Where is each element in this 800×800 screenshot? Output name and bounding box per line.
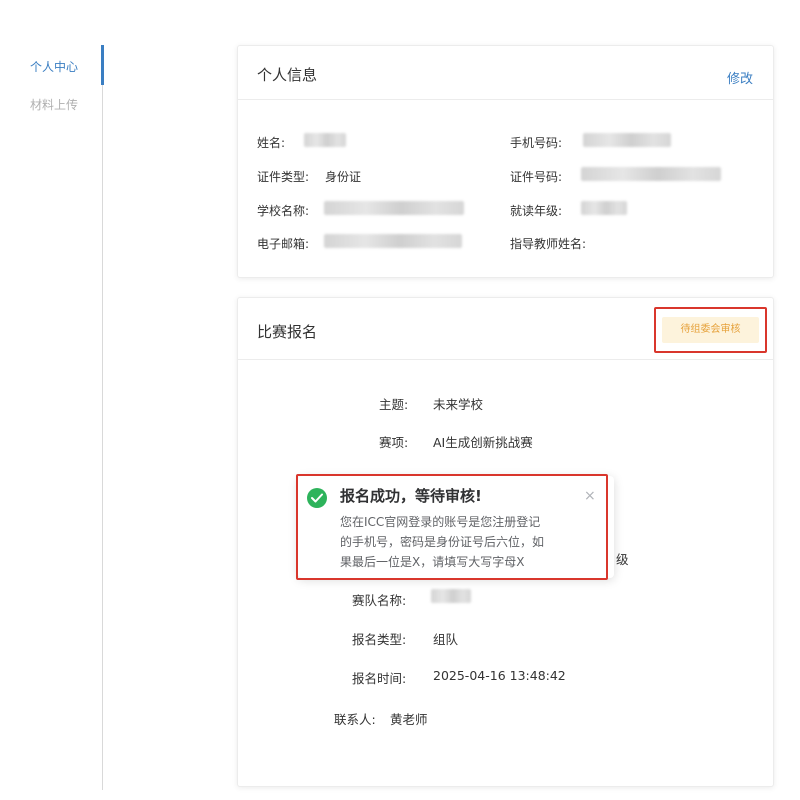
phone-value-redacted bbox=[583, 133, 671, 147]
edit-button[interactable]: 修改 bbox=[727, 68, 753, 87]
school-label: 学校名称: bbox=[257, 204, 310, 218]
id-type-label: 证件类型: bbox=[257, 170, 310, 184]
grade-suffix: 级 bbox=[616, 552, 629, 567]
sidebar: 个人中心 材料上传 bbox=[0, 0, 104, 800]
sidebar-active-indicator bbox=[101, 45, 104, 85]
sidebar-divider bbox=[102, 45, 103, 790]
phone-label: 手机号码: bbox=[510, 136, 563, 150]
event-label: 赛项: bbox=[379, 435, 409, 450]
school-value-redacted bbox=[324, 201, 464, 215]
id-number-label: 证件号码: bbox=[510, 170, 563, 184]
contact-value: 黄老师 bbox=[390, 712, 428, 727]
reg-time-value: 2025-04-16 13:48:42 bbox=[433, 668, 566, 683]
sidebar-item-personal-center[interactable]: 个人中心 bbox=[30, 58, 78, 75]
email-label: 电子邮箱: bbox=[257, 237, 310, 251]
personal-info-card: 个人信息 修改 姓名: 手机号码: 证件类型: 身份证 证件号码: 学校名称: … bbox=[237, 45, 774, 278]
toast-highlight-outline bbox=[296, 474, 608, 580]
status-badge: 待组委会审核 bbox=[662, 317, 759, 343]
reg-time-label: 报名时间: bbox=[352, 671, 407, 686]
team-name-label: 赛队名称: bbox=[352, 593, 407, 608]
id-type-value: 身份证 bbox=[325, 170, 362, 184]
theme-label: 主题: bbox=[379, 397, 409, 412]
personal-info-title: 个人信息 bbox=[257, 66, 318, 84]
reg-type-label: 报名类型: bbox=[352, 632, 407, 647]
advisor-label: 指导教师姓名: bbox=[510, 237, 587, 251]
email-value-redacted bbox=[324, 234, 462, 248]
registration-header: 比赛报名 待组委会审核 bbox=[238, 298, 773, 360]
status-highlight-outline: 待组委会审核 bbox=[654, 307, 767, 353]
name-value-redacted bbox=[304, 133, 346, 147]
contact-label: 联系人: bbox=[334, 712, 376, 727]
grade-value-redacted bbox=[581, 201, 627, 215]
personal-info-header: 个人信息 修改 bbox=[238, 46, 773, 100]
event-value: AI生成创新挑战赛 bbox=[433, 435, 533, 450]
name-label: 姓名: bbox=[257, 136, 286, 150]
theme-value: 未来学校 bbox=[433, 397, 484, 412]
id-number-value-redacted bbox=[581, 167, 721, 181]
team-name-value-redacted bbox=[431, 589, 471, 603]
grade-label: 就读年级: bbox=[510, 204, 563, 218]
sidebar-item-material-upload[interactable]: 材料上传 bbox=[30, 96, 78, 113]
reg-type-value: 组队 bbox=[433, 632, 459, 647]
registration-title: 比赛报名 bbox=[257, 323, 318, 341]
